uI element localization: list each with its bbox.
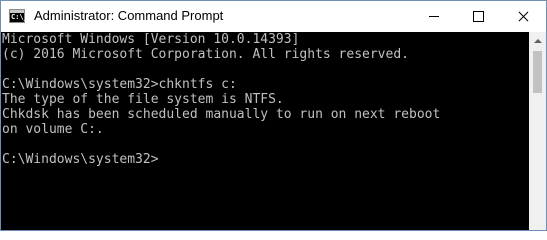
console-output[interactable]: Microsoft Windows [Version 10.0.14393] (…	[1, 32, 529, 230]
console-line: C:\Windows\system32>chkntfs c:	[2, 77, 237, 92]
console-line: Microsoft Windows [Version 10.0.14393]	[2, 32, 300, 47]
command-prompt-icon[interactable]: C:\_	[9, 9, 28, 23]
console-line: (c) 2016 Microsoft Corporation. All righ…	[2, 47, 409, 62]
app-icon-label: C:\_	[11, 13, 28, 21]
maximize-button[interactable]	[456, 1, 501, 32]
title-bar[interactable]: C:\_ Administrator: Command Prompt	[1, 1, 546, 32]
scroll-up-button[interactable]	[529, 32, 546, 49]
close-icon	[518, 11, 529, 22]
window-title: Administrator: Command Prompt	[34, 8, 224, 23]
console-line: on volume C:.	[2, 122, 104, 137]
command-prompt-window: C:\_ Administrator: Command Prompt Micro…	[0, 0, 547, 231]
console-prompt-line: C:\Windows\system32>	[2, 152, 159, 167]
maximize-icon	[473, 11, 484, 22]
scrollbar-thumb[interactable]	[533, 51, 542, 93]
console-line: The type of the file system is NTFS.	[2, 92, 284, 107]
minimize-button[interactable]	[411, 1, 456, 32]
close-button[interactable]	[501, 1, 546, 32]
minimize-icon	[428, 16, 439, 17]
arrow-up-icon	[533, 38, 542, 43]
console-line: Chkdsk has been scheduled manually to ru…	[2, 107, 441, 122]
vertical-scrollbar[interactable]	[529, 32, 546, 230]
